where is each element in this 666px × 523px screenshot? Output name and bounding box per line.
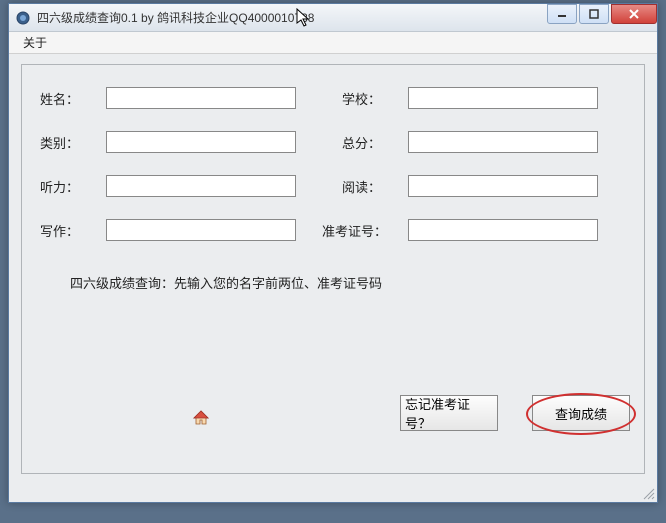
row-total: 总分：	[342, 131, 598, 153]
minimize-icon	[557, 9, 567, 19]
label-reading: 阅读：	[342, 177, 402, 196]
label-ticket: 准考证号：	[322, 221, 402, 240]
main-window: 四六级成绩查询0.1 by 鸽讯科技企业QQ4000010738 关于 姓名：	[8, 3, 658, 503]
input-listening[interactable]	[106, 175, 296, 197]
row-name: 姓名：	[40, 87, 296, 109]
row-reading: 阅读：	[342, 175, 598, 197]
label-listening: 听力：	[40, 177, 100, 196]
label-school: 学校：	[342, 89, 402, 108]
form-panel: 姓名： 学校： 类别： 总分： 听力： 阅读：	[21, 64, 645, 474]
input-ticket[interactable]	[408, 219, 598, 241]
maximize-button[interactable]	[579, 4, 609, 24]
menu-about[interactable]: 关于	[15, 32, 55, 53]
label-writing: 写作：	[40, 221, 100, 240]
home-icon	[192, 409, 210, 430]
input-writing[interactable]	[106, 219, 296, 241]
close-button[interactable]	[611, 4, 657, 24]
input-reading[interactable]	[408, 175, 598, 197]
query-score-label: 查询成绩	[555, 404, 607, 423]
input-name[interactable]	[106, 87, 296, 109]
row-category: 类别：	[40, 131, 296, 153]
close-icon	[628, 9, 640, 19]
maximize-icon	[589, 9, 599, 19]
minimize-button[interactable]	[547, 4, 577, 24]
hint-text: 四六级成绩查询：先输入您的名字前两位、准考证号码	[70, 273, 382, 292]
window-title: 四六级成绩查询0.1 by 鸽讯科技企业QQ4000010738	[37, 9, 314, 26]
input-total[interactable]	[408, 131, 598, 153]
forgot-ticket-label: 忘记准考证号？	[405, 395, 493, 431]
row-listening: 听力：	[40, 175, 296, 197]
label-total: 总分：	[342, 133, 402, 152]
row-ticket: 准考证号：	[322, 219, 598, 241]
resize-grip[interactable]	[641, 486, 655, 500]
label-category: 类别：	[40, 133, 100, 152]
row-school: 学校：	[342, 87, 598, 109]
input-school[interactable]	[408, 87, 598, 109]
label-name: 姓名：	[40, 89, 100, 108]
query-score-button[interactable]: 查询成绩	[532, 395, 630, 431]
titlebar[interactable]: 四六级成绩查询0.1 by 鸽讯科技企业QQ4000010738	[9, 4, 657, 32]
app-icon	[15, 10, 31, 26]
input-category[interactable]	[106, 131, 296, 153]
menubar: 关于	[9, 32, 657, 54]
row-writing: 写作：	[40, 219, 296, 241]
window-controls	[545, 4, 657, 24]
client-area: 姓名： 学校： 类别： 总分： 听力： 阅读：	[9, 54, 657, 502]
forgot-ticket-button[interactable]: 忘记准考证号？	[400, 395, 498, 431]
